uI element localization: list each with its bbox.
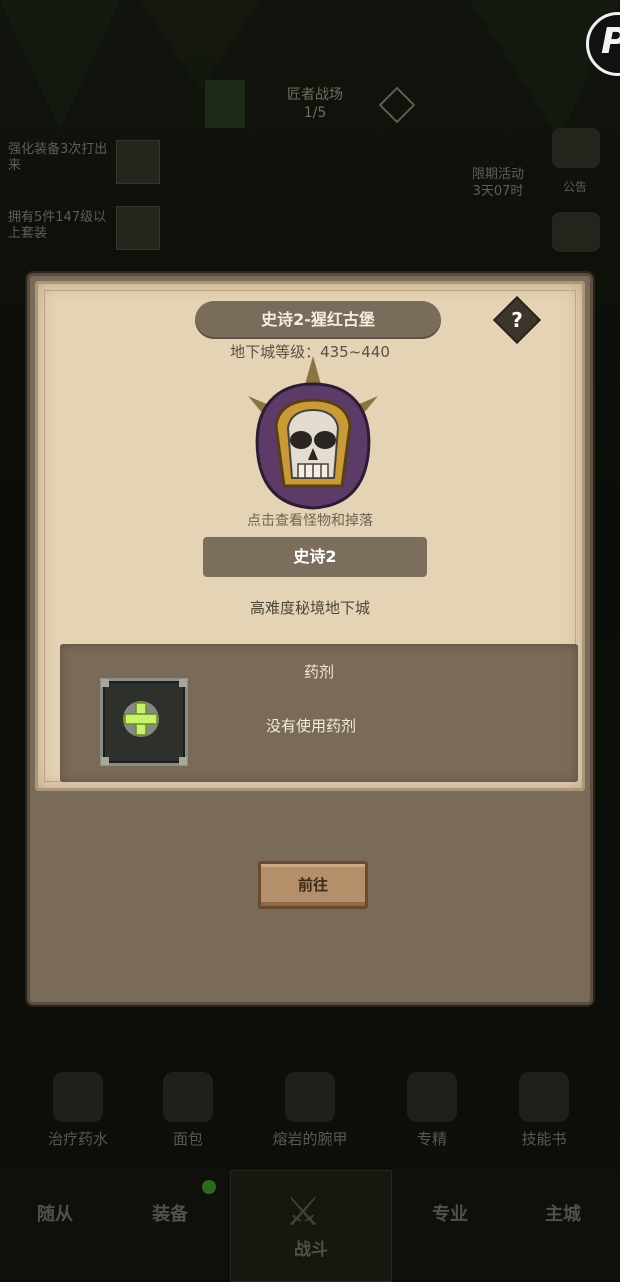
skillbook-icon [519, 1072, 569, 1122]
dungeon-info-panel: 史诗2-猩红古堡 ? 地下城等级：435~440 点击查看怪物和掉落 史诗2 高… [35, 281, 585, 791]
potion-icon [53, 1072, 103, 1122]
nav-profession[interactable]: 专业 [405, 1200, 495, 1226]
potion-status: 没有使用药剂 [266, 717, 357, 735]
go-button[interactable]: 前往 [258, 861, 368, 909]
slot-corner [101, 757, 109, 765]
boss-hint: 点击查看怪物和掉落 [247, 513, 373, 529]
bottom-nav: 随从 装备 ⚔ 战斗 专业 主城 [0, 1170, 620, 1282]
question-icon: ? [511, 308, 523, 332]
dungeon-description: 高难度秘境地下城 [249, 599, 370, 617]
quick-item-bracer[interactable]: 熔岩的腕甲 [260, 1060, 360, 1149]
quest-item: 拥有5件147级以上套装 [8, 210, 107, 241]
dungeon-title: 史诗2-猩红古堡 [195, 301, 441, 339]
specialty-icon [407, 1072, 457, 1122]
quick-items-bar: 治疗药水 面包 熔岩的腕甲 专精 技能书 [0, 1060, 620, 1170]
potion-panel: 药剂 没有使用药剂 [60, 644, 578, 782]
announce-label: 公告 [562, 180, 587, 194]
nav-battle[interactable]: ⚔ 战斗 [230, 1170, 392, 1282]
event-timer: 限期活动 3天07时 [471, 167, 524, 199]
quick-item-skillbook[interactable]: 技能书 [494, 1060, 594, 1149]
help-button[interactable]: ? [492, 295, 542, 345]
difficulty-selector[interactable]: 史诗2 [203, 537, 427, 577]
quest-item: 强化装备3次打出来 [8, 142, 108, 173]
quest-reward-icon[interactable] [116, 140, 160, 184]
bread-icon [163, 1072, 213, 1122]
nav-equipment[interactable]: 装备 [125, 1200, 215, 1226]
dungeon-dialog: 史诗2-猩红古堡 ? 地下城等级：435~440 点击查看怪物和掉落 史诗2 高… [27, 273, 593, 1005]
nav-followers[interactable]: 随从 [10, 1200, 100, 1226]
notification-dot [202, 1180, 216, 1194]
add-potion-icon [123, 701, 159, 737]
nav-main-city[interactable]: 主城 [518, 1200, 608, 1226]
quest-reward-icon[interactable] [116, 206, 160, 250]
boss-skull-icon[interactable] [238, 356, 388, 516]
quick-item-specialty[interactable]: 专精 [382, 1060, 482, 1149]
crossed-swords-icon: ⚔ [285, 1189, 321, 1235]
bracer-icon [285, 1072, 335, 1122]
stage-banner[interactable] [205, 80, 245, 128]
slot-corner [101, 679, 109, 687]
slot-corner [179, 757, 187, 765]
stage-title: 匠者战场 1/5 [287, 87, 343, 121]
potion-slot[interactable] [100, 678, 188, 766]
settings-icon[interactable] [552, 128, 600, 168]
quick-item-heal-potion[interactable]: 治疗药水 [28, 1060, 128, 1149]
slot-corner [179, 679, 187, 687]
shop-icon[interactable] [552, 212, 600, 252]
quick-item-bread[interactable]: 面包 [138, 1060, 238, 1149]
